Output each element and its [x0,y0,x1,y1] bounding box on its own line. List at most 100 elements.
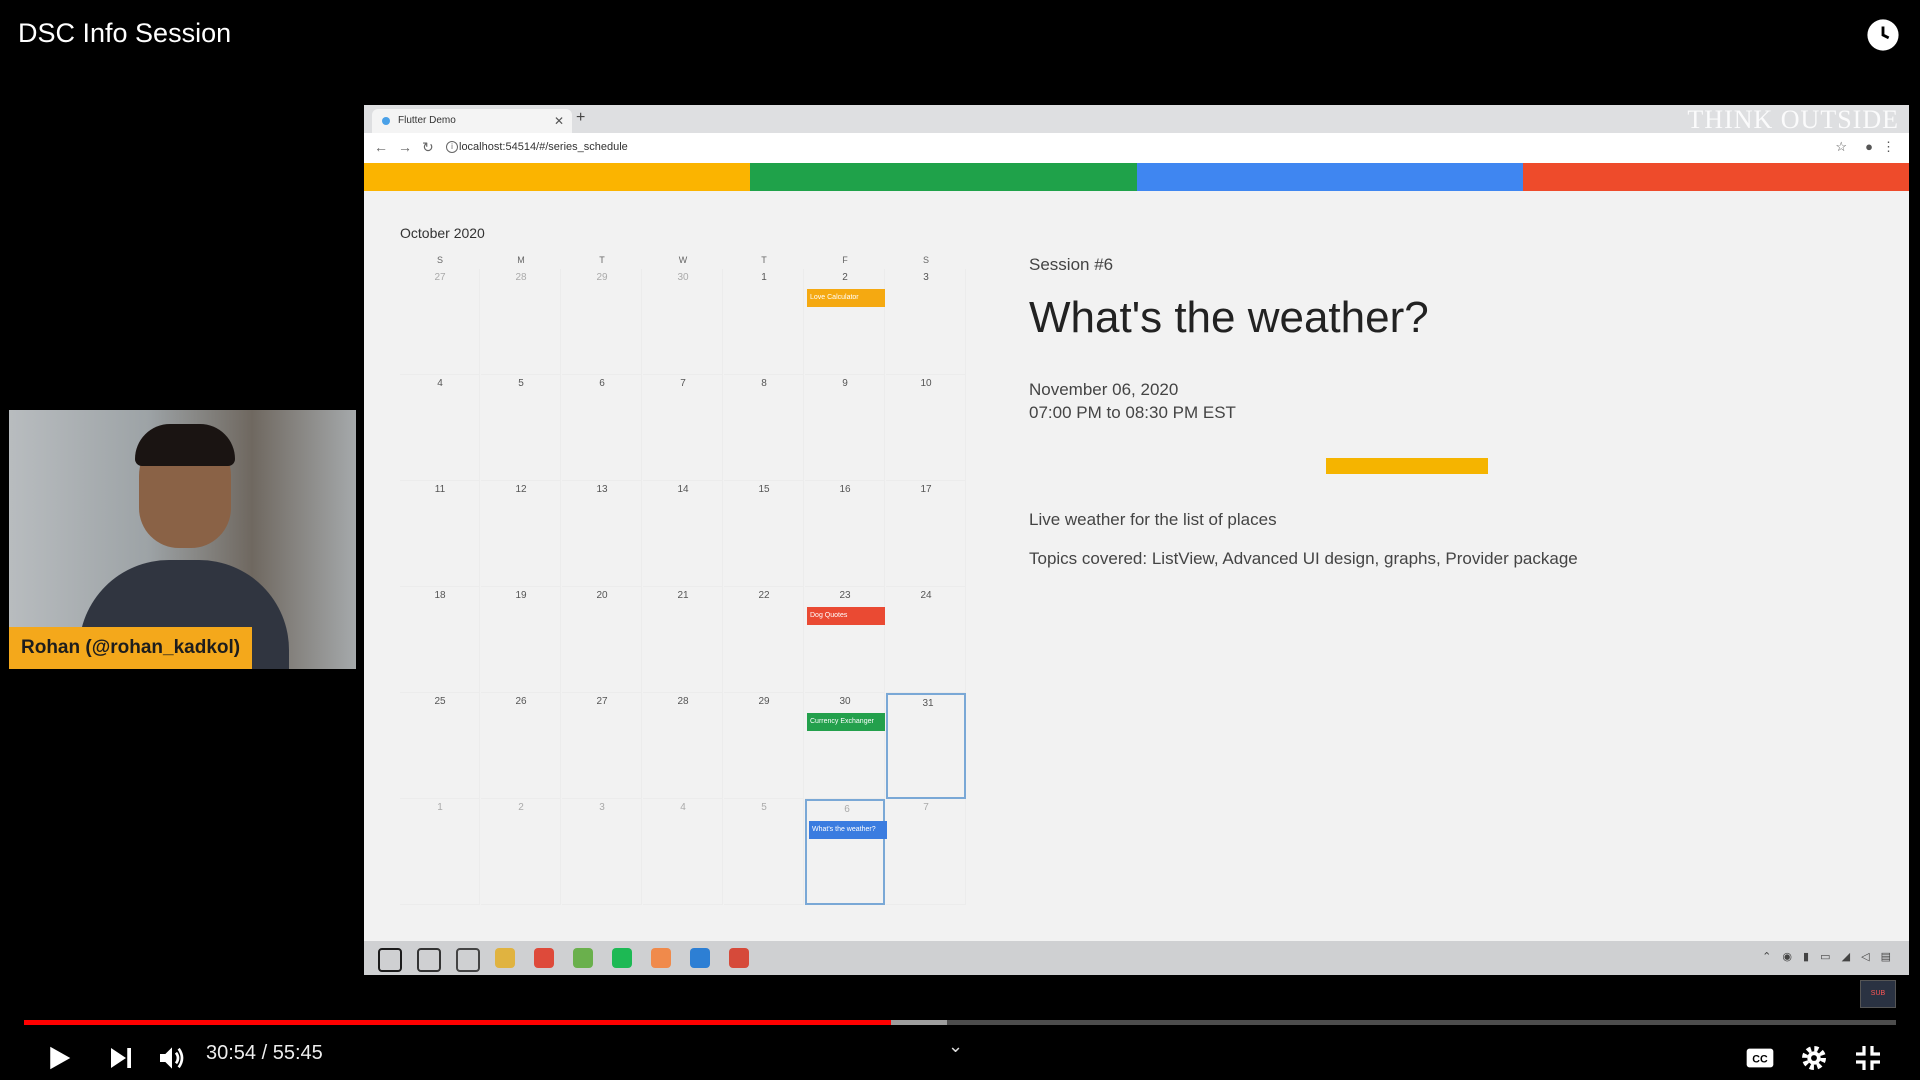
day-number: 15 [758,484,770,495]
calendar-event[interactable]: Currency Exchanger [807,713,885,731]
url-field[interactable]: localhost:54514/#/series_schedule [459,141,628,153]
calendar-day[interactable]: 3 [562,799,642,905]
calendar-day[interactable]: 15 [724,481,804,587]
cortana-icon[interactable] [417,948,441,972]
file-explorer-icon[interactable] [495,948,515,968]
browser-tab[interactable]: Flutter Demo ✕ [372,109,572,133]
windows-taskbar: ⌃ ◉ ▮ ▭ ◢ ◁ ▤ [364,941,1909,975]
calendar-day[interactable]: 18 [400,587,480,693]
calendar-day[interactable]: 1 [400,799,480,905]
system-tray[interactable]: ⌃ ◉ ▮ ▭ ◢ ◁ ▤ [1762,950,1895,963]
settings-gear-icon[interactable] [1798,1040,1830,1076]
calendar-day[interactable]: 13 [562,481,642,587]
calendar-day[interactable]: 2 [481,799,561,905]
play-icon[interactable] [44,1040,74,1076]
day-number: 8 [761,378,767,389]
calendar-day[interactable]: 21 [643,587,723,693]
day-number: 28 [677,696,689,707]
video-title: DSC Info Session [18,18,232,48]
back-icon[interactable]: ← [374,139,388,155]
day-number: 23 [839,590,851,601]
calendar-day[interactable]: 24 [886,587,966,693]
tab-title: Flutter Demo [398,115,456,126]
calendar-event[interactable]: Dog Quotes [807,607,885,625]
day-number: 30 [839,696,851,707]
calendar-day[interactable]: 5 [724,799,804,905]
calendar-day[interactable]: 17 [886,481,966,587]
calendar-day[interactable]: 4 [643,799,723,905]
calendar-day[interactable]: 16 [805,481,885,587]
calendar-day[interactable]: 23 Dog Quotes [805,587,885,693]
calendar-day[interactable]: 2 Love Calculator [805,269,885,375]
bookmark-star-icon[interactable]: ☆ [1835,139,1847,155]
calendar-day[interactable]: 4 [400,375,480,481]
day-number: 18 [434,590,446,601]
calendar-day[interactable]: 20 [562,587,642,693]
progress-bar[interactable] [24,1020,1896,1025]
calendar-day[interactable]: 25 [400,693,480,799]
calendar-day[interactable]: 8 [724,375,804,481]
calendar-day[interactable]: 12 [481,481,561,587]
channel-watermark-icon[interactable]: SUB [1860,980,1896,1008]
next-icon[interactable] [106,1040,136,1076]
chevron-down-icon[interactable]: ⌄ [948,1036,963,1057]
snip-icon[interactable] [651,948,671,968]
played-bar [24,1020,891,1025]
chrome-alt-icon[interactable] [729,948,749,968]
day-number: 10 [920,378,932,389]
calendar-day[interactable]: 6 [562,375,642,481]
exit-fullscreen-icon[interactable] [1852,1040,1884,1076]
day-number: 2 [842,272,848,283]
day-number: 17 [920,484,932,495]
volume-icon[interactable] [156,1040,188,1076]
session-date: November 06, 2020 [1029,380,1179,399]
calendar-day[interactable]: 22 [724,587,804,693]
windows-icon[interactable] [378,948,402,972]
task-view-icon[interactable] [456,948,480,972]
calendar-day[interactable]: 1 [724,269,804,375]
calendar-day[interactable]: 10 [886,375,966,481]
calendar-day[interactable]: 3 [886,269,966,375]
info-icon[interactable]: i [446,141,458,153]
calendar-event[interactable]: Love Calculator [807,289,885,307]
calendar-day[interactable]: 27 [562,693,642,799]
browser-menu-icon[interactable]: ⋮ [1882,139,1895,155]
vscode-icon[interactable] [690,948,710,968]
calendar-day[interactable]: 26 [481,693,561,799]
day-number: 22 [758,590,770,601]
calendar-day[interactable]: 9 [805,375,885,481]
weekday-label: M [517,255,525,265]
day-number: 1 [761,272,767,283]
calendar-day[interactable]: 28 [481,269,561,375]
brand-stripe [364,163,751,191]
calendar-day[interactable]: 31 [886,693,966,799]
new-tab-icon[interactable]: + [576,109,585,127]
calendar-day[interactable]: 30 [643,269,723,375]
calendar-day[interactable]: 11 [400,481,480,587]
profile-icon[interactable]: ● [1865,139,1873,154]
captions-icon[interactable]: CC [1744,1040,1776,1076]
calendar-event[interactable]: What's the weather? [809,821,887,839]
calendar-day[interactable]: 7 [886,799,966,905]
spotify-icon[interactable] [612,948,632,968]
calendar-day[interactable]: 7 [643,375,723,481]
day-number: 3 [599,802,605,813]
calendar-day[interactable]: 5 [481,375,561,481]
calendar-day[interactable]: 29 [724,693,804,799]
calendar-day[interactable]: 19 [481,587,561,693]
watch-later-icon[interactable] [1866,18,1900,52]
reload-icon[interactable]: ↻ [422,139,434,156]
calendar-day[interactable]: 30 Currency Exchanger [805,693,885,799]
chrome-icon[interactable] [534,948,554,968]
browser-tabbar: Flutter Demo ✕ + THINK OUTSIDE [364,105,1909,134]
android-studio-icon[interactable] [573,948,593,968]
brand-stripe [1136,163,1523,191]
calendar-day[interactable]: 6 What's the weather? [805,799,887,905]
close-tab-icon[interactable]: ✕ [554,109,564,133]
calendar-day[interactable]: 29 [562,269,642,375]
day-number: 6 [844,804,850,815]
calendar-day[interactable]: 14 [643,481,723,587]
calendar-day[interactable]: 27 [400,269,480,375]
calendar-day[interactable]: 28 [643,693,723,799]
forward-icon[interactable]: → [398,139,412,155]
